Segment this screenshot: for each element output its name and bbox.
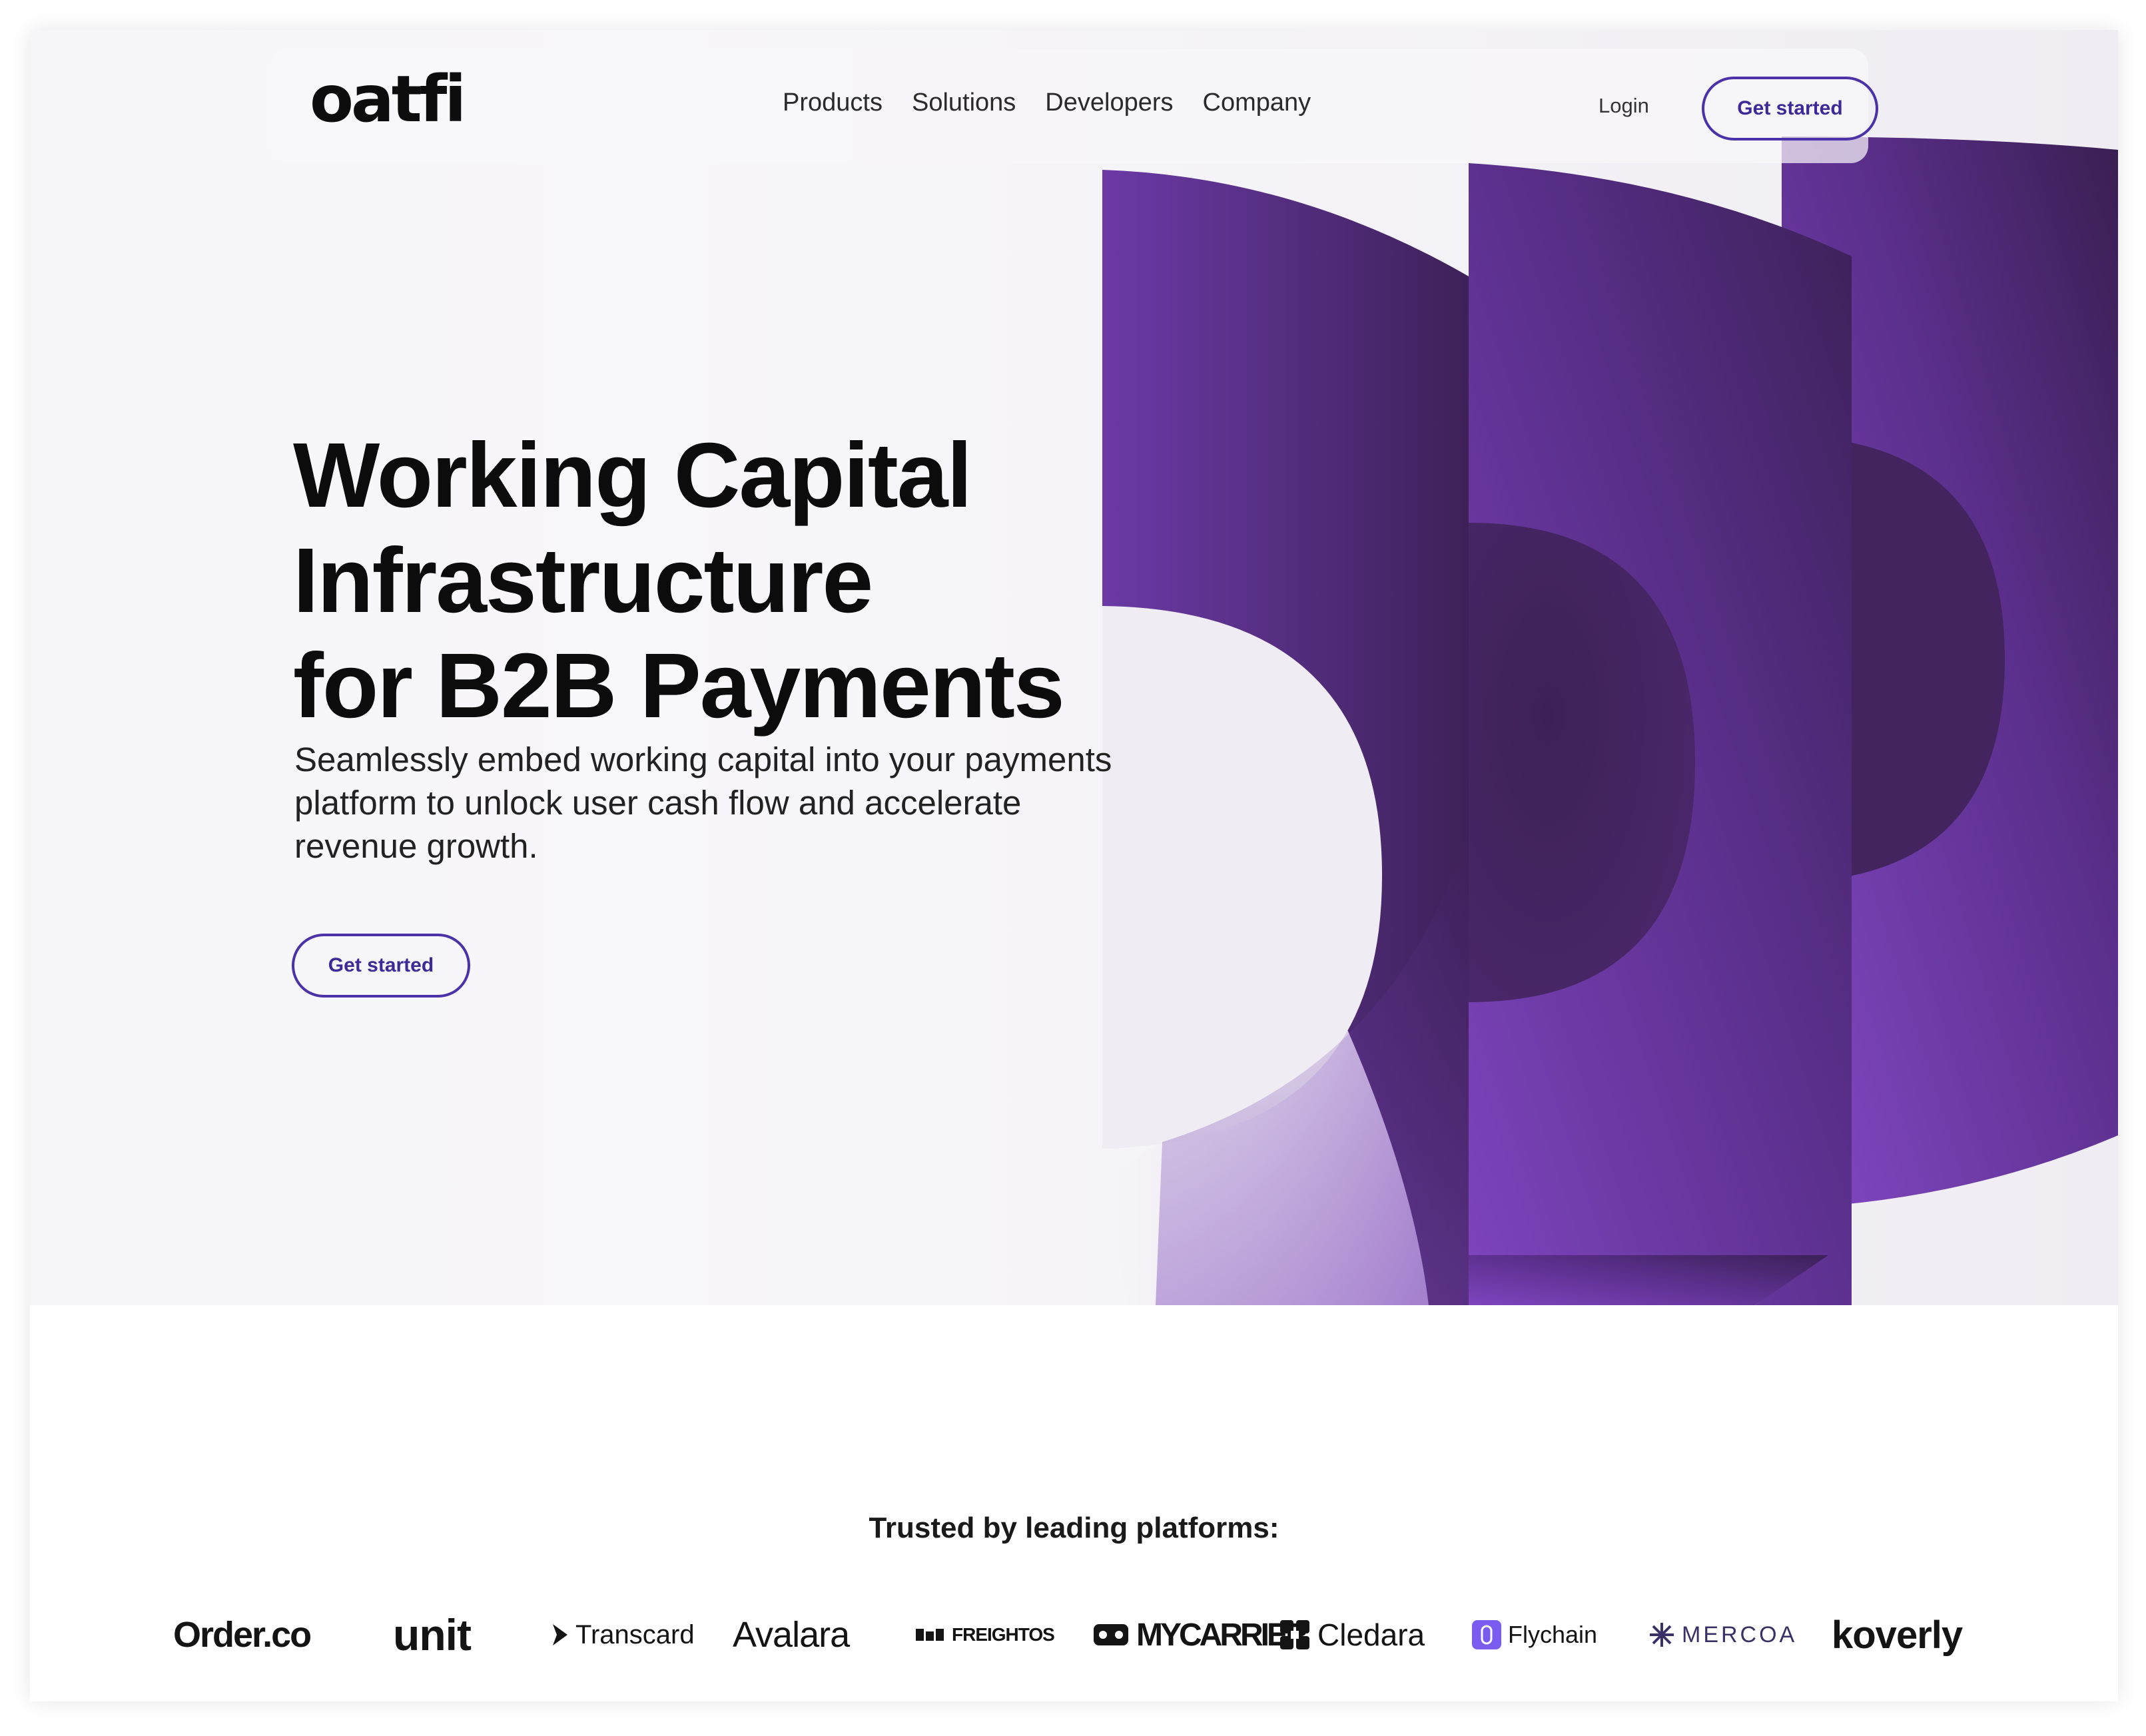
- logo-koverly-text: koverly: [1832, 1613, 1963, 1657]
- top-navbar: oatfi Products Solutions Developers Comp…: [270, 49, 1878, 163]
- headline-line-1: Working Capital: [293, 424, 972, 527]
- hero-headline: Working Capital Infrastructure for B2B P…: [293, 423, 1159, 738]
- logo-transcard-text: Transcard: [575, 1619, 695, 1649]
- logo-cledara-text: Cledara: [1317, 1617, 1425, 1652]
- nav-company[interactable]: Company: [1203, 89, 1311, 117]
- logo-flychain-text: Flychain: [1508, 1621, 1598, 1648]
- transcard-mark-icon: [551, 1621, 569, 1648]
- nav-products[interactable]: Products: [783, 89, 883, 117]
- page-frame: oatfi Products Solutions Developers Comp…: [30, 30, 2118, 1701]
- logo-order-co-text: Order.co: [173, 1615, 312, 1655]
- nav-developers[interactable]: Developers: [1045, 89, 1173, 117]
- trusted-title: Trusted by leading platforms:: [869, 1512, 1279, 1544]
- logo-order-co: Order.co: [173, 1605, 312, 1665]
- headline-line-2: Infrastructure: [293, 529, 873, 632]
- logo-koverly: koverly: [1832, 1605, 1963, 1665]
- logo-mycarrier: MYCARRIER: [1092, 1605, 1309, 1665]
- logo-cledara: Cledara: [1279, 1605, 1425, 1665]
- mycarrier-truck-icon: [1092, 1620, 1130, 1649]
- partner-logos: Order.co unit Transcard Avalara FREIGHTO…: [30, 1605, 2118, 1665]
- logo-flychain: Flychain: [1472, 1605, 1597, 1665]
- logo-mercoa-text: MERCOA: [1682, 1621, 1798, 1647]
- get-started-hero-button[interactable]: Get started: [292, 934, 470, 998]
- logo-transcard: Transcard: [551, 1605, 695, 1665]
- cledara-mark-icon: [1279, 1619, 1311, 1651]
- nav-solutions[interactable]: Solutions: [912, 89, 1016, 117]
- mercoa-mark-icon: [1648, 1621, 1675, 1648]
- logo-mercoa: MERCOA: [1648, 1605, 1797, 1665]
- logo-freightos-text: FREIGHTOS: [952, 1624, 1055, 1645]
- login-link[interactable]: Login: [1599, 94, 1649, 118]
- hero-section: oatfi Products Solutions Developers Comp…: [30, 30, 2118, 1305]
- logo-unit: unit: [393, 1605, 472, 1665]
- hero-subtitle: Seamlessly embed working capital into yo…: [294, 740, 1112, 865]
- oatfi-logo[interactable]: oatfi: [310, 67, 466, 131]
- logo-unit-text: unit: [393, 1610, 472, 1659]
- logo-avalara-text: Avalara: [733, 1615, 850, 1655]
- logo-freightos: FREIGHTOS: [916, 1605, 1055, 1665]
- get-started-nav-button[interactable]: Get started: [1702, 77, 1878, 141]
- headline-line-3: for B2B Payments: [293, 635, 1065, 737]
- nav-links: Products Solutions Developers Company: [783, 89, 1311, 117]
- flychain-mark-icon: [1472, 1620, 1501, 1649]
- logo-avalara: Avalara: [733, 1605, 850, 1665]
- freightos-mark-icon: [916, 1627, 945, 1642]
